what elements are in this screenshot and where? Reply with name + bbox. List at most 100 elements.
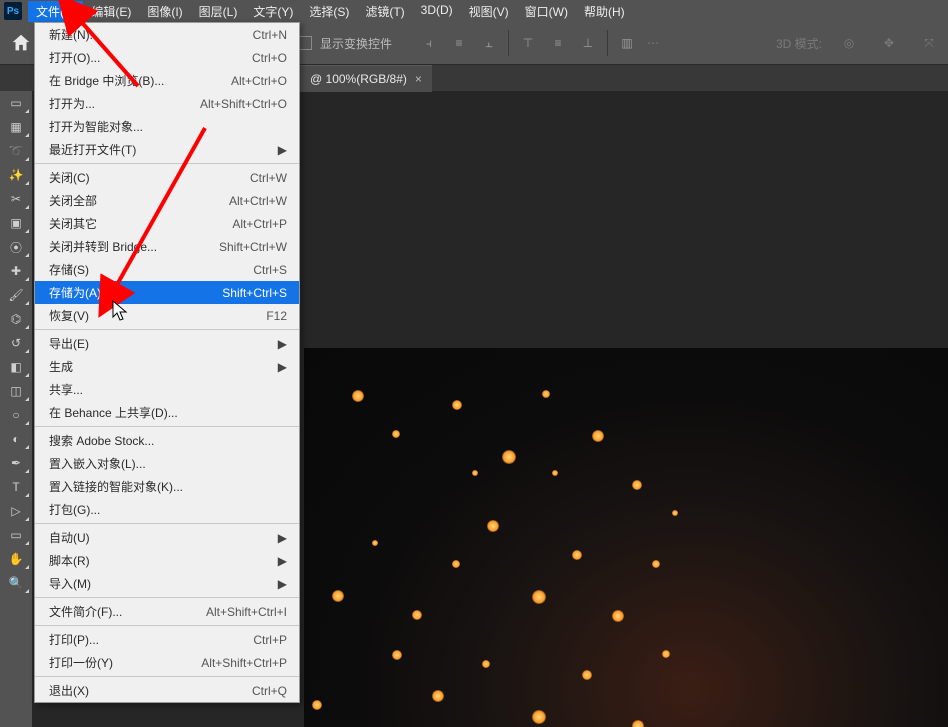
flyout-indicator-icon xyxy=(25,325,29,329)
rectangle-tool[interactable]: ▭ xyxy=(2,524,30,546)
path-select-tool[interactable]: ▷ xyxy=(2,500,30,522)
menu-file[interactable]: 文件(F) xyxy=(28,1,83,22)
marquee-tool[interactable]: ▦ xyxy=(2,116,30,138)
history-brush-icon: ↺ xyxy=(11,336,21,350)
menu-item-label: 关闭其它 xyxy=(49,215,232,232)
stamp-tool[interactable]: ⌬ xyxy=(2,308,30,330)
menu-item-label: 退出(X) xyxy=(49,682,252,699)
menu-item[interactable]: 关闭全部Alt+Ctrl+W xyxy=(35,189,299,212)
brush-tool[interactable]: 🖌 xyxy=(2,284,30,306)
dodge-tool[interactable]: ◐ xyxy=(2,428,30,450)
menu-item[interactable]: 关闭(C)Ctrl+W xyxy=(35,166,299,189)
menu-edit[interactable]: 编辑(E) xyxy=(83,1,139,22)
menu-item[interactable]: 关闭其它Alt+Ctrl+P xyxy=(35,212,299,235)
spark xyxy=(582,670,592,680)
document-tab[interactable]: @ 100%(RGB/8#) × xyxy=(300,65,432,92)
menu-item[interactable]: 恢复(V)F12 xyxy=(35,304,299,327)
spark xyxy=(612,610,624,622)
hand-tool[interactable]: ✋ xyxy=(2,548,30,570)
type-tool[interactable]: T xyxy=(2,476,30,498)
zoom-tool[interactable]: 🔍 xyxy=(2,572,30,594)
menu-filter[interactable]: 滤镜(T) xyxy=(357,1,412,22)
blur-tool[interactable]: ○ xyxy=(2,404,30,426)
eyedropper-tool[interactable]: ⦿ xyxy=(2,236,30,258)
crop-tool[interactable]: ✂ xyxy=(2,188,30,210)
menu-item[interactable]: 导入(M)▶ xyxy=(35,572,299,595)
3d-mode-label: 3D 模式: xyxy=(776,35,822,52)
close-icon[interactable]: × xyxy=(415,72,422,86)
history-brush-tool[interactable]: ↺ xyxy=(2,332,30,354)
menu-item[interactable]: 文件简介(F)...Alt+Shift+Ctrl+I xyxy=(35,600,299,623)
spark xyxy=(332,590,344,602)
menu-item[interactable]: 置入嵌入对象(L)... xyxy=(35,452,299,475)
submenu-arrow-icon: ▶ xyxy=(278,531,287,545)
lasso-tool[interactable]: ➰ xyxy=(2,140,30,162)
align-bottom-icon[interactable]: ⊥ xyxy=(575,32,601,54)
menu-item[interactable]: 退出(X)Ctrl+Q xyxy=(35,679,299,702)
flyout-indicator-icon xyxy=(25,589,29,593)
align-top-icon[interactable]: ⊤ xyxy=(515,32,541,54)
menu-type[interactable]: 文字(Y) xyxy=(245,1,301,22)
blur-icon: ○ xyxy=(12,408,19,422)
menu-item[interactable]: 在 Bridge 中浏览(B)...Alt+Ctrl+O xyxy=(35,69,299,92)
more-options-icon[interactable]: ⋯ xyxy=(640,32,666,54)
3d-pan-icon[interactable]: ✥ xyxy=(876,32,902,54)
hand-icon: ✋ xyxy=(9,552,24,566)
menu-help[interactable]: 帮助(H) xyxy=(576,1,633,22)
menu-image[interactable]: 图像(I) xyxy=(139,1,190,22)
menu-item[interactable]: 存储(S)Ctrl+S xyxy=(35,258,299,281)
align-right-icon[interactable]: ⫠ xyxy=(476,32,502,54)
distribute-icon[interactable]: ▥ xyxy=(614,32,640,54)
menu-separator xyxy=(35,597,299,598)
menu-item-shortcut: Alt+Shift+Ctrl+P xyxy=(201,656,287,670)
spark xyxy=(672,510,678,516)
magic-wand-tool[interactable]: ✨ xyxy=(2,164,30,186)
menu-item[interactable]: 打开为智能对象... xyxy=(35,115,299,138)
frame-icon: ▣ xyxy=(10,216,21,230)
menu-item[interactable]: 打开为...Alt+Shift+Ctrl+O xyxy=(35,92,299,115)
menu-item[interactable]: 导出(E)▶ xyxy=(35,332,299,355)
home-icon[interactable] xyxy=(6,28,36,58)
menu-item-shortcut: Alt+Ctrl+W xyxy=(229,194,287,208)
3d-orbit-icon[interactable]: ◎ xyxy=(836,32,862,54)
menu-item[interactable]: 共享... xyxy=(35,378,299,401)
pen-icon: ✒ xyxy=(11,456,21,470)
menu-view[interactable]: 视图(V) xyxy=(461,1,517,22)
menu-item[interactable]: 新建(N)...Ctrl+N xyxy=(35,23,299,46)
align-center-h-icon[interactable]: ≡ xyxy=(446,32,472,54)
menu-item[interactable]: 在 Behance 上共享(D)... xyxy=(35,401,299,424)
align-left-icon[interactable]: ⫞ xyxy=(416,32,442,54)
healing-tool[interactable]: ✚ xyxy=(2,260,30,282)
pen-tool[interactable]: ✒ xyxy=(2,452,30,474)
menu-item[interactable]: 置入链接的智能对象(K)... xyxy=(35,475,299,498)
spark xyxy=(482,660,490,668)
menu-item[interactable]: 自动(U)▶ xyxy=(35,526,299,549)
align-middle-v-icon[interactable]: ≡ xyxy=(545,32,571,54)
menu-item[interactable]: 打包(G)... xyxy=(35,498,299,521)
artboard-tool[interactable]: ▭ xyxy=(2,92,30,114)
menu-select[interactable]: 选择(S) xyxy=(301,1,357,22)
menu-item[interactable]: 搜索 Adobe Stock... xyxy=(35,429,299,452)
menu-separator xyxy=(35,329,299,330)
flyout-indicator-icon xyxy=(25,181,29,185)
eraser-tool[interactable]: ◧ xyxy=(2,356,30,378)
menu-3d[interactable]: 3D(D) xyxy=(413,1,461,22)
flyout-indicator-icon xyxy=(25,493,29,497)
menu-item[interactable]: 生成▶ xyxy=(35,355,299,378)
menu-item[interactable]: 脚本(R)▶ xyxy=(35,549,299,572)
menu-item-shortcut: Alt+Ctrl+P xyxy=(232,217,287,231)
menu-item[interactable]: 存储为(A)...Shift+Ctrl+S xyxy=(35,281,299,304)
3d-slide-icon[interactable]: ⤧ xyxy=(916,32,942,54)
menu-window[interactable]: 窗口(W) xyxy=(517,1,576,22)
tool-strip: ✥▭▦➰✨✂▣⦿✚🖌⌬↺◧◫○◐✒T▷▭✋🔍 xyxy=(0,64,32,727)
spark xyxy=(432,690,444,702)
checkbox[interactable] xyxy=(298,36,312,50)
gradient-tool[interactable]: ◫ xyxy=(2,380,30,402)
menu-item[interactable]: 打开(O)...Ctrl+O xyxy=(35,46,299,69)
menu-item[interactable]: 打印一份(Y)Alt+Shift+Ctrl+P xyxy=(35,651,299,674)
menu-item[interactable]: 最近打开文件(T)▶ xyxy=(35,138,299,161)
menu-item[interactable]: 关闭并转到 Bridge...Shift+Ctrl+W xyxy=(35,235,299,258)
menu-item[interactable]: 打印(P)...Ctrl+P xyxy=(35,628,299,651)
menu-layer[interactable]: 图层(L) xyxy=(191,1,246,22)
frame-tool[interactable]: ▣ xyxy=(2,212,30,234)
